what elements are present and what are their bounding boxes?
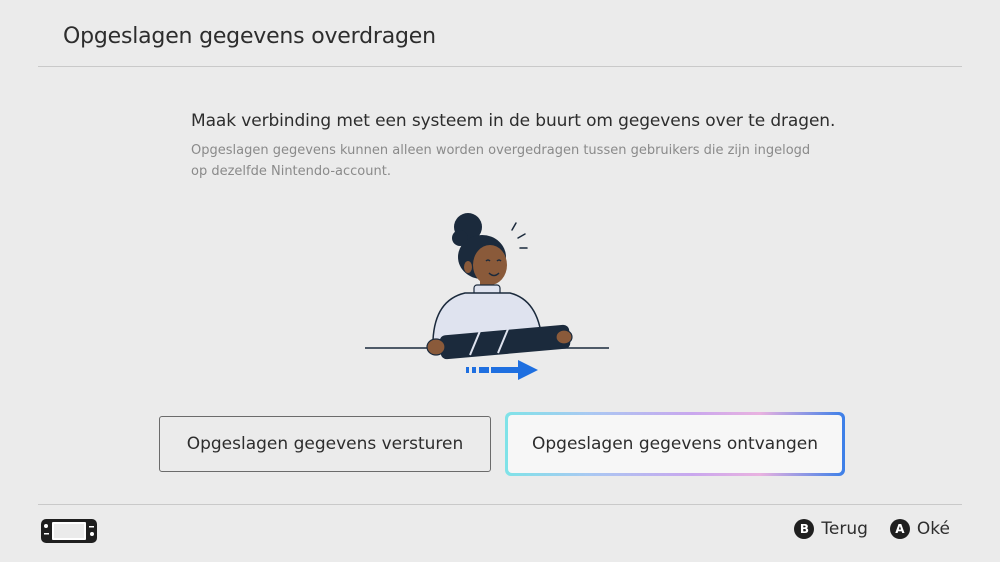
- ok-action[interactable]: A Oké: [889, 519, 950, 539]
- instruction-heading: Maak verbinding met een systeem in de bu…: [191, 111, 836, 131]
- page-title: Opgeslagen gegevens overdragen: [63, 24, 436, 49]
- instruction-description: Opgeslagen gegevens kunnen alleen worden…: [191, 143, 811, 179]
- footer-actions: B Terug A Oké: [772, 519, 950, 539]
- back-label: Terug: [821, 519, 868, 539]
- header-divider: [38, 66, 962, 67]
- person-holding-console-illustration: [365, 213, 609, 380]
- receive-save-data-button-label: Opgeslagen gegevens ontvangen: [508, 415, 842, 473]
- handheld-console-icon: [41, 519, 97, 543]
- b-button-icon: B: [794, 519, 815, 539]
- ok-label: Oké: [916, 519, 950, 539]
- receive-save-data-button[interactable]: Opgeslagen gegevens ontvangen: [505, 412, 845, 476]
- send-save-data-button[interactable]: Opgeslagen gegevens versturen: [159, 416, 491, 472]
- footer-divider: [38, 504, 962, 505]
- a-button-icon: A: [889, 519, 910, 539]
- back-action[interactable]: B Terug: [794, 519, 868, 539]
